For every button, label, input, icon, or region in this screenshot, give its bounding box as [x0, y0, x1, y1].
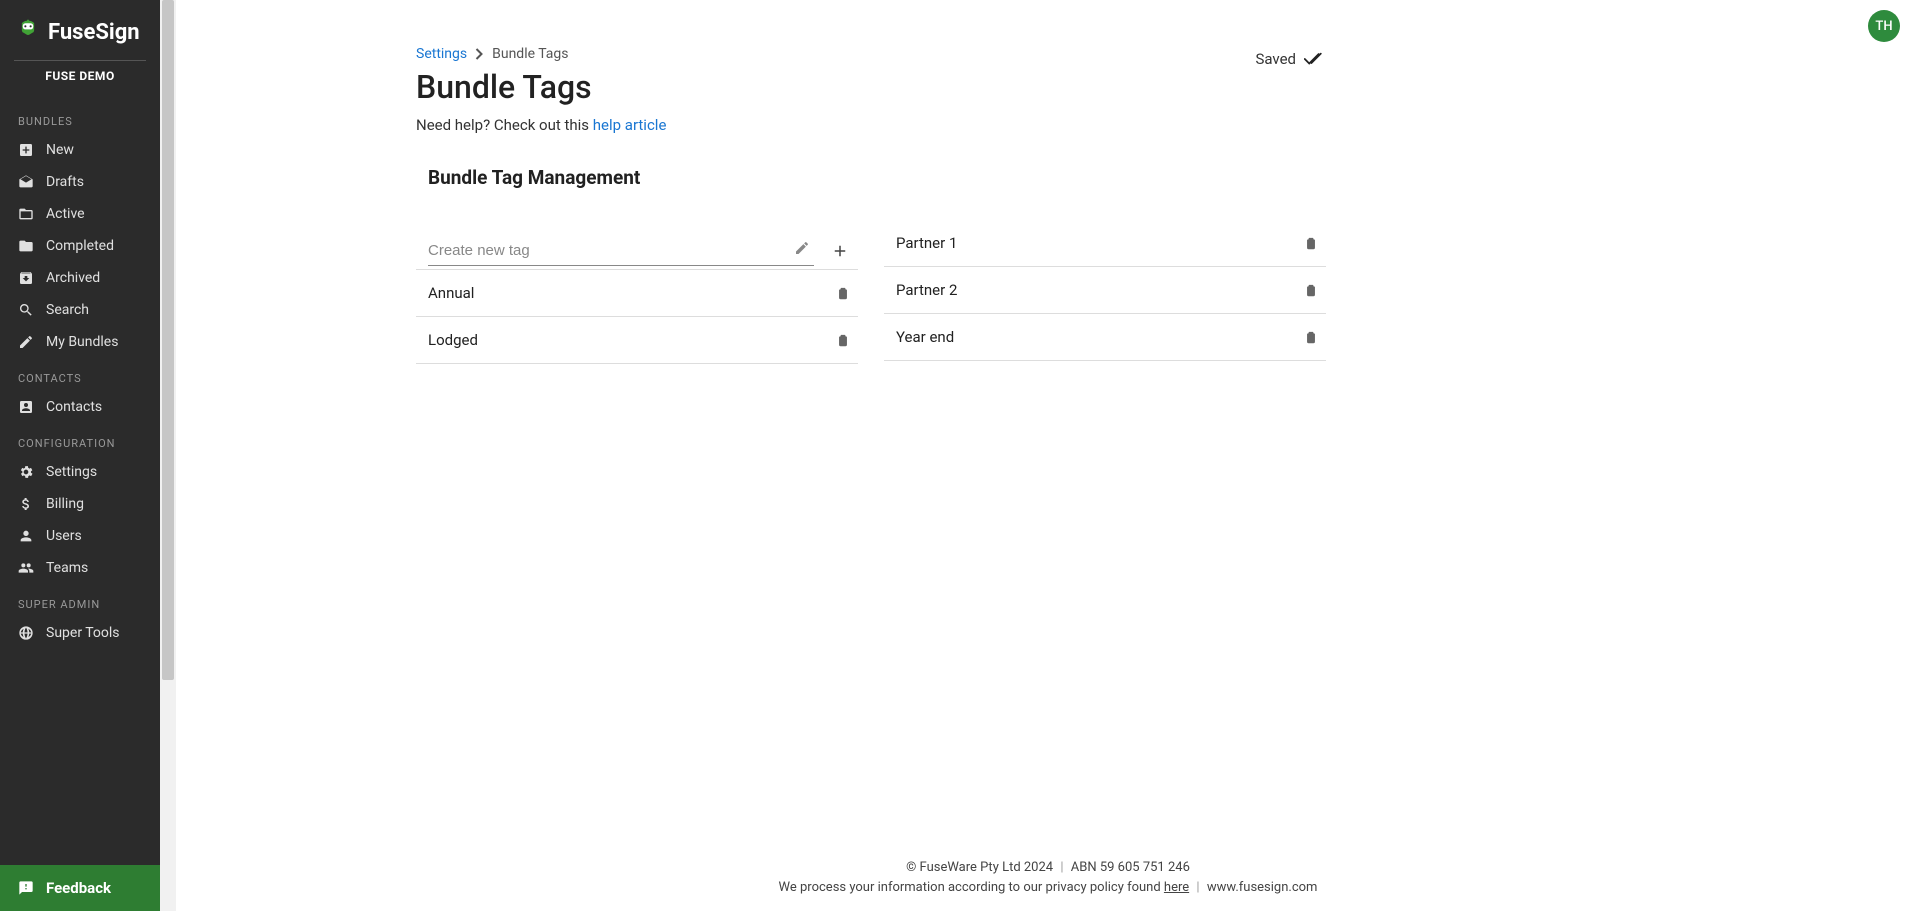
section-header-contacts: CONTACTS [0, 358, 160, 391]
section-header-superadmin: SUPER ADMIN [0, 584, 160, 617]
page-title: Bundle Tags [416, 68, 666, 106]
person-icon [18, 528, 34, 544]
sidebar-item-users[interactable]: Users [0, 520, 160, 552]
archive-icon [18, 270, 34, 286]
folder-icon [18, 238, 34, 254]
sidebar-item-new[interactable]: New [0, 134, 160, 166]
tag-name: Annual [428, 284, 474, 302]
sidebar-item-label: Settings [46, 464, 97, 480]
folder-open-icon [18, 206, 34, 222]
sidebar-item-supertools[interactable]: Super Tools [0, 617, 160, 649]
help-text: Need help? Check out this help article [416, 116, 666, 134]
announcement-icon [18, 880, 34, 896]
sidebar-item-completed[interactable]: Completed [0, 230, 160, 262]
gear-icon [18, 464, 34, 480]
sidebar-item-archived[interactable]: Archived [0, 262, 160, 294]
sidebar-item-billing[interactable]: Billing [0, 488, 160, 520]
section-header-configuration: CONFIGURATION [0, 423, 160, 456]
delete-tag-button[interactable] [1304, 235, 1318, 251]
sidebar: FuseSign FUSE DEMO BUNDLES New Drafts Ac… [0, 0, 160, 911]
sidebar-item-label: Drafts [46, 174, 84, 190]
delete-tag-button[interactable] [1304, 282, 1318, 298]
sidebar-item-settings[interactable]: Settings [0, 456, 160, 488]
help-article-link[interactable]: help article [593, 116, 667, 134]
sidebar-item-active[interactable]: Active [0, 198, 160, 230]
dollar-icon [18, 496, 34, 512]
sidebar-item-label: Billing [46, 496, 84, 512]
sidebar-item-label: Teams [46, 560, 88, 576]
main-area: TH Settings Bundle Tags Bundle Tags Need… [176, 0, 1920, 911]
plus-icon [831, 242, 849, 260]
footer: © FuseWare Pty Ltd 2024 | ABN 59 605 751… [176, 848, 1920, 911]
tag-row: Partner 2 [884, 267, 1326, 314]
group-icon [18, 560, 34, 576]
section-header-bundles: BUNDLES [0, 101, 160, 134]
scrollbar-thumb[interactable] [162, 0, 174, 680]
tag-name: Lodged [428, 331, 478, 349]
tag-row: Year end [884, 314, 1326, 361]
add-tag-button[interactable] [822, 233, 858, 269]
app-name: FuseSign [48, 20, 140, 45]
sidebar-item-label: Users [46, 528, 82, 544]
tag-row: Lodged [416, 317, 858, 364]
plus-box-icon [18, 142, 34, 158]
section-title: Bundle Tag Management [428, 166, 1326, 189]
tag-name: Partner 1 [896, 234, 957, 252]
tag-column-left: Annual Lodged [416, 233, 858, 364]
delete-tag-button[interactable] [1304, 329, 1318, 345]
sidebar-item-label: Completed [46, 238, 114, 254]
sidebar-item-label: Archived [46, 270, 100, 286]
tag-row: Annual [416, 270, 858, 317]
tag-row: Partner 1 [884, 220, 1326, 267]
breadcrumb-current: Bundle Tags [492, 46, 568, 62]
site-link[interactable]: www.fusesign.com [1207, 880, 1318, 895]
sidebar-item-label: New [46, 142, 74, 158]
sidebar-item-teams[interactable]: Teams [0, 552, 160, 584]
avatar[interactable]: TH [1868, 10, 1900, 42]
sidebar-item-label: Active [46, 206, 85, 222]
sidebar-item-label: My Bundles [46, 334, 118, 350]
drafts-icon [18, 174, 34, 190]
sidebar-item-label: Contacts [46, 399, 102, 415]
create-tag-input[interactable] [428, 236, 814, 266]
contact-icon [18, 399, 34, 415]
delete-tag-button[interactable] [836, 285, 850, 301]
breadcrumb-settings-link[interactable]: Settings [416, 46, 467, 62]
saved-status: Saved [1255, 46, 1326, 68]
sidebar-item-label: Search [46, 302, 89, 318]
fusesign-logo-icon [14, 18, 42, 46]
globe-icon [18, 625, 34, 641]
edit-note-icon [18, 334, 34, 350]
breadcrumb: Settings Bundle Tags [416, 46, 666, 62]
sidebar-item-my-bundles[interactable]: My Bundles [0, 326, 160, 358]
scrollbar-vertical[interactable] [160, 0, 176, 911]
tag-column-right: Partner 1 Partner 2 Year end [884, 220, 1326, 364]
pencil-icon[interactable] [794, 240, 810, 260]
app-logo[interactable]: FuseSign [0, 0, 160, 60]
feedback-label: Feedback [46, 879, 111, 897]
tag-name: Partner 2 [896, 281, 957, 299]
sidebar-item-drafts[interactable]: Drafts [0, 166, 160, 198]
privacy-here-link[interactable]: here [1164, 880, 1189, 895]
sidebar-item-label: Super Tools [46, 625, 120, 641]
sidebar-item-search[interactable]: Search [0, 294, 160, 326]
delete-tag-button[interactable] [836, 332, 850, 348]
search-icon [18, 302, 34, 318]
chevron-right-icon [475, 48, 484, 60]
org-name: FUSE DEMO [14, 60, 146, 91]
tag-name: Year end [896, 328, 954, 346]
sidebar-item-contacts[interactable]: Contacts [0, 391, 160, 423]
feedback-button[interactable]: Feedback [0, 865, 160, 911]
done-all-icon [1304, 51, 1326, 67]
